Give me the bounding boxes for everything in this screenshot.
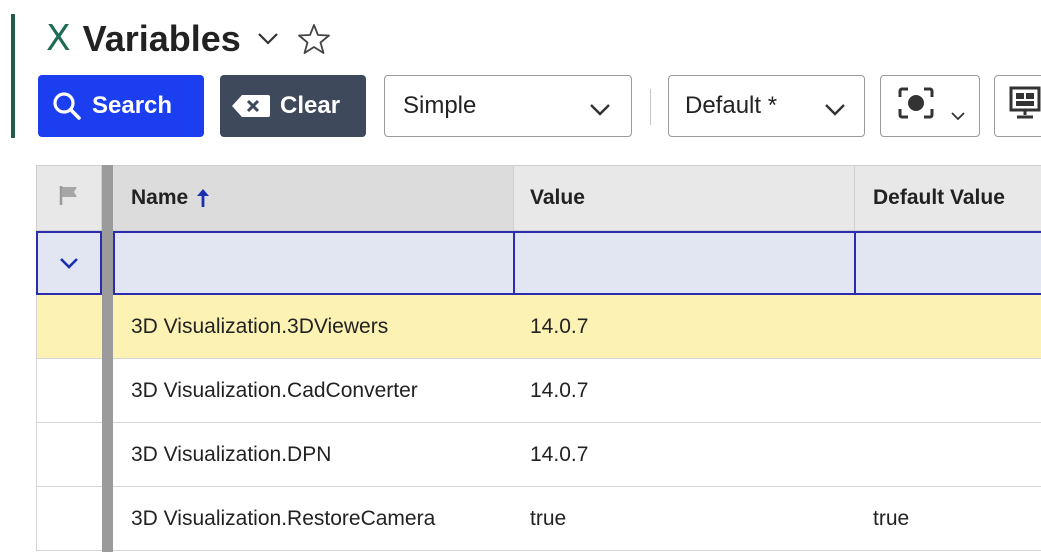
flag-icon bbox=[58, 184, 80, 212]
cell-name[interactable]: 3D Visualization.DPN bbox=[113, 423, 514, 487]
cell-default-value[interactable] bbox=[855, 295, 1041, 359]
page-title: Variables bbox=[82, 18, 241, 59]
table-row[interactable]: 3D Visualization.3DViewers 14.0.7 bbox=[36, 295, 1041, 359]
search-mode-select[interactable]: Simple bbox=[384, 75, 632, 137]
filter-name-input[interactable] bbox=[113, 231, 515, 295]
toolbar: Search Clear Simple Default * bbox=[38, 75, 1041, 139]
cell-default-value[interactable] bbox=[855, 423, 1041, 487]
cell-value[interactable]: true bbox=[514, 487, 855, 551]
clear-button-label: Clear bbox=[280, 92, 341, 119]
column-header-value[interactable]: Value bbox=[514, 165, 855, 231]
search-button[interactable]: Search bbox=[38, 75, 204, 137]
view-select-value: Default * bbox=[685, 92, 778, 119]
column-header-name-label: Name bbox=[131, 186, 189, 209]
cell-name[interactable]: 3D Visualization.3DViewers bbox=[113, 295, 514, 359]
variables-x-icon: X bbox=[46, 18, 71, 59]
column-header-value-label: Value bbox=[530, 186, 585, 209]
filter-value-input[interactable] bbox=[513, 231, 856, 295]
table-row[interactable]: 3D Visualization.CadConverter 14.0.7 bbox=[36, 359, 1041, 423]
column-header-default-value-label: Default Value bbox=[873, 186, 1005, 209]
page-accent-bar bbox=[11, 14, 15, 138]
cell-value[interactable]: 14.0.7 bbox=[514, 295, 855, 359]
cell-value[interactable]: 14.0.7 bbox=[514, 423, 855, 487]
row-flag-cell[interactable] bbox=[36, 359, 102, 423]
backspace-clear-icon bbox=[232, 94, 270, 118]
chevron-down-icon bbox=[589, 96, 611, 124]
chevron-down-icon bbox=[824, 96, 846, 124]
row-flag-cell[interactable] bbox=[36, 423, 102, 487]
cell-name[interactable]: 3D Visualization.CadConverter bbox=[113, 359, 514, 423]
search-button-label: Search bbox=[92, 92, 173, 119]
search-mode-value: Simple bbox=[403, 92, 477, 119]
flag-column-header[interactable] bbox=[36, 165, 102, 231]
cell-default-value[interactable] bbox=[855, 359, 1041, 423]
toolbar-divider bbox=[650, 89, 651, 125]
filter-default-value-input[interactable] bbox=[854, 231, 1041, 295]
cell-default-value[interactable]: true bbox=[855, 487, 1041, 551]
display-layout-dropdown[interactable] bbox=[994, 75, 1041, 137]
clear-button[interactable]: Clear bbox=[220, 75, 366, 137]
focus-view-dropdown[interactable] bbox=[880, 75, 980, 137]
title-menu-chevron-down-icon[interactable] bbox=[257, 32, 279, 46]
cell-value[interactable]: 14.0.7 bbox=[514, 359, 855, 423]
variables-grid: Name Value Default Value 3D Visualizatio… bbox=[36, 165, 1041, 552]
chevron-down-icon bbox=[60, 258, 78, 269]
focus-frame-icon bbox=[897, 86, 935, 127]
view-select[interactable]: Default * bbox=[668, 75, 865, 137]
row-flag-cell[interactable] bbox=[36, 487, 102, 551]
page-header: X Variables bbox=[46, 12, 331, 66]
column-header-name[interactable]: Name bbox=[113, 165, 514, 231]
table-row[interactable]: 3D Visualization.DPN 14.0.7 bbox=[36, 423, 1041, 487]
cell-name[interactable]: 3D Visualization.RestoreCamera bbox=[113, 487, 514, 551]
filter-toggle-button[interactable] bbox=[36, 231, 102, 295]
favorite-star-icon[interactable] bbox=[297, 23, 331, 55]
column-header-default-value[interactable]: Default Value bbox=[855, 165, 1041, 231]
sort-ascending-arrow-icon bbox=[196, 188, 210, 208]
chevron-down-icon bbox=[951, 100, 965, 128]
row-flag-cell[interactable] bbox=[36, 295, 102, 359]
monitor-layout-icon bbox=[1009, 86, 1041, 127]
table-row[interactable]: 3D Visualization.RestoreCamera true true bbox=[36, 487, 1041, 551]
search-icon bbox=[52, 91, 82, 121]
